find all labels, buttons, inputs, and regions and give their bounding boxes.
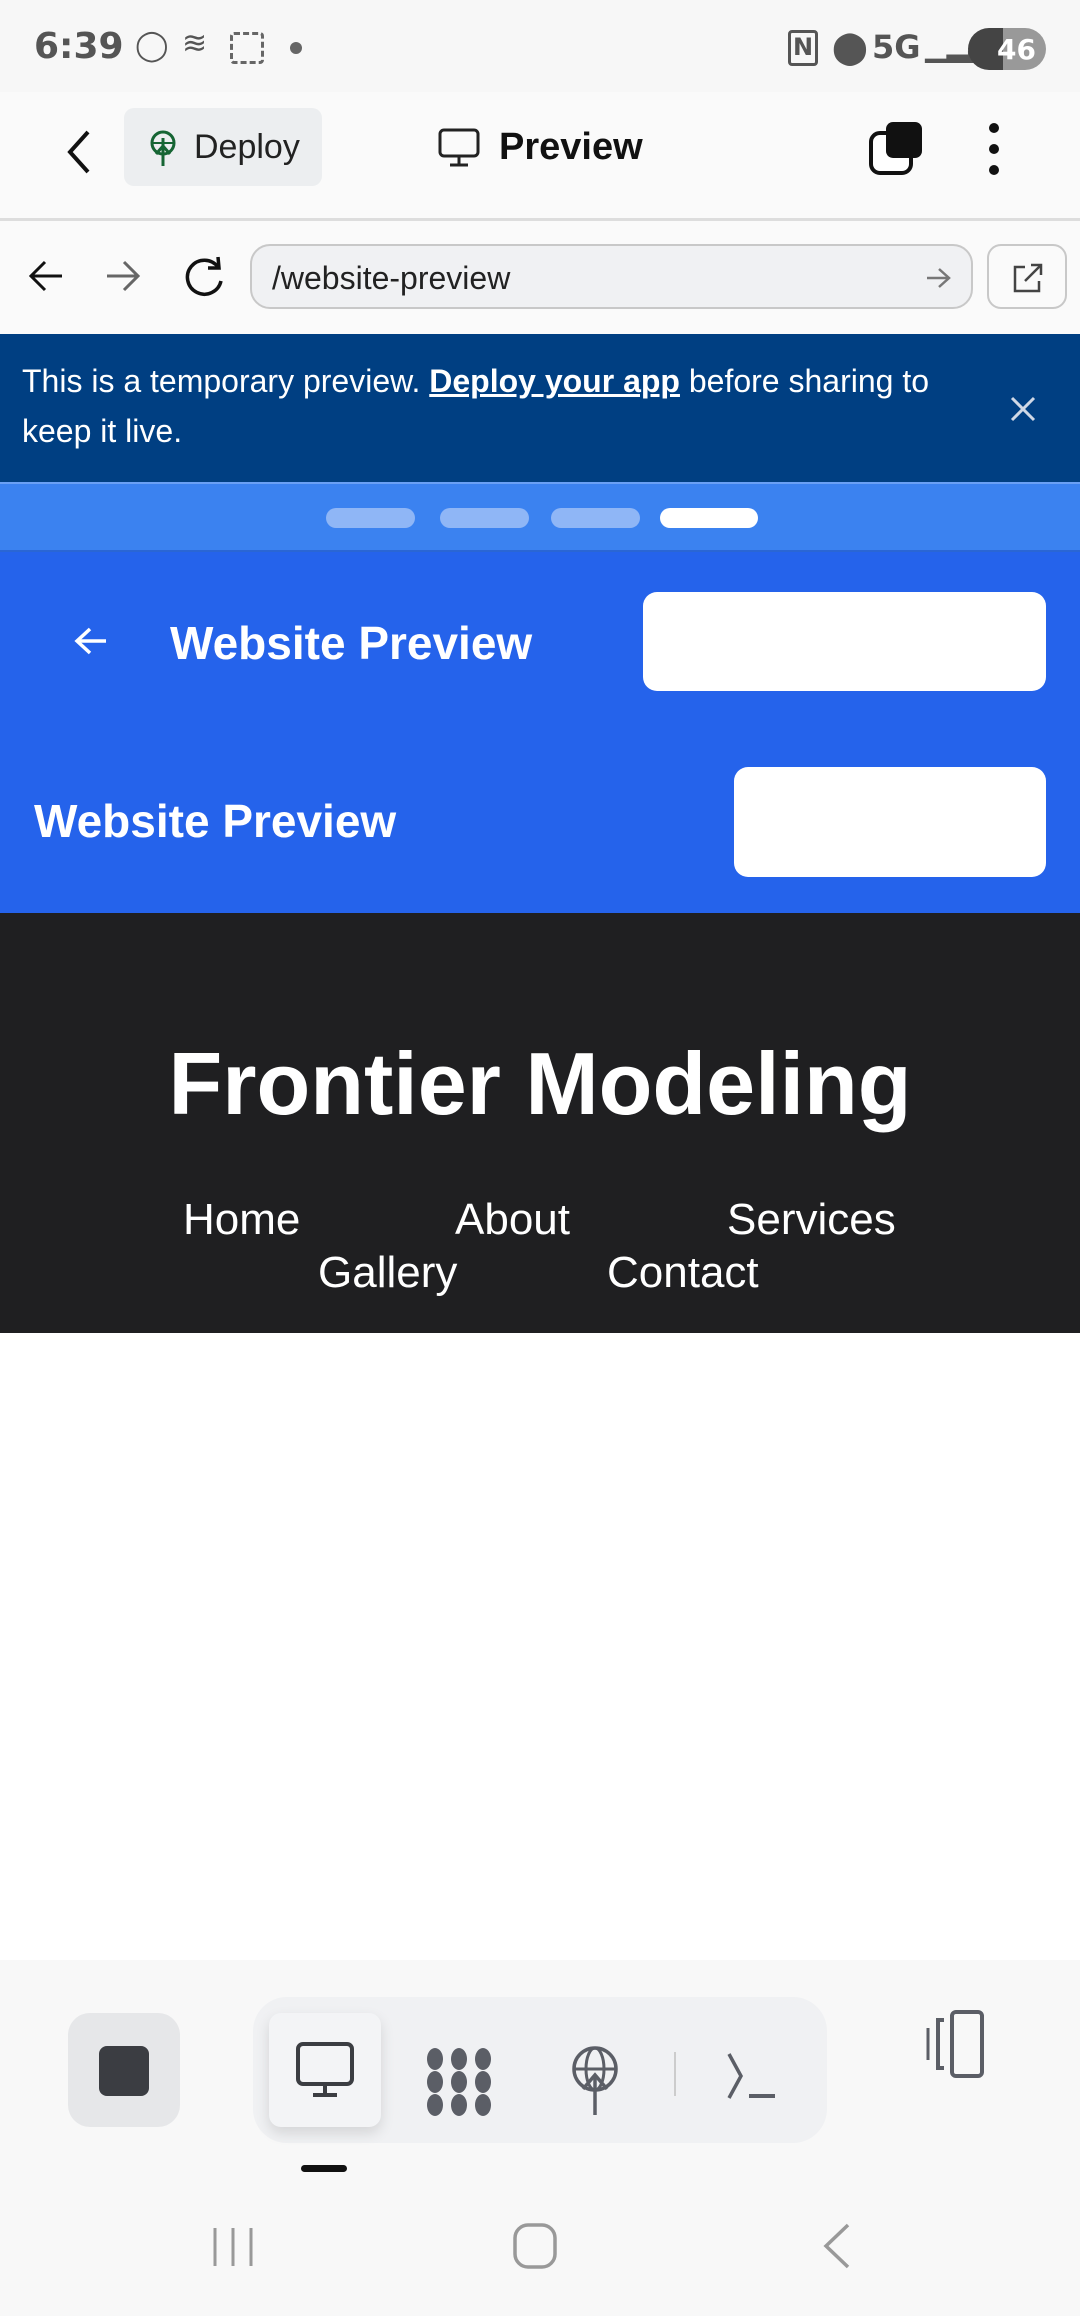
temporary-preview-banner: This is a temporary preview. Deploy your… [0,334,1080,482]
site-subheader-title: Website Preview [34,795,397,847]
browser-forward-icon[interactable] [105,259,141,293]
close-icon[interactable] [1010,396,1036,422]
subheader-button[interactable] [734,767,1046,877]
banner-text: This is a temporary preview. [22,363,430,399]
notification-dot-icon [290,42,302,54]
nav-about[interactable]: About [455,1195,570,1245]
whatsapp-icon: ◯ [135,28,169,63]
monitor-icon [296,2042,354,2097]
carousel-dot[interactable] [440,508,529,528]
browser-toolbar: /website-preview [0,221,1080,334]
deploy-button[interactable]: Deploy [124,108,322,186]
app-header: Deploy Preview [0,92,1080,220]
carousel-dot[interactable] [326,508,415,528]
hero-title: Frontier Modeling [168,1034,912,1133]
deploy-icon [150,130,176,166]
open-external-button[interactable] [987,244,1067,309]
terminal-icon[interactable] [725,2051,779,2101]
url-value: /website-preview [272,260,511,296]
deploy-app-link[interactable]: Deploy your app [429,363,680,399]
go-arrow-icon[interactable] [925,266,951,290]
location-icon: ⬤ [832,28,868,66]
hero-section: Frontier Modeling Home About Services Ga… [0,913,1080,1333]
deploy-label: Deploy [194,128,300,166]
nav-home[interactable]: Home [183,1195,300,1245]
monitor-icon [438,128,480,167]
carousel-dot[interactable] [551,508,640,528]
status-time: 6:39 [34,26,124,67]
site-header-title: Website Preview [170,617,533,669]
page-body [0,1333,1080,1960]
home-icon[interactable] [512,2222,558,2270]
browser-back-icon[interactable] [28,259,64,293]
recent-apps-icon[interactable] [210,2224,256,2270]
carousel-indicator [0,482,1080,552]
screenshot-icon [230,32,264,64]
view-switcher [253,1997,827,2143]
stop-button[interactable] [68,2013,180,2127]
header-button[interactable] [643,592,1046,691]
network-icon[interactable] [425,2047,495,2117]
reload-icon[interactable] [182,255,226,299]
nav-contact[interactable]: Contact [607,1248,759,1298]
deploy-icon[interactable] [568,2045,622,2115]
stop-icon [99,2046,149,2096]
nav-services[interactable]: Services [727,1195,896,1245]
toolbar-divider [674,2052,676,2096]
battery-indicator: 46 [968,28,1046,70]
status-bar: 6:39 ◯ ≋ N ⬤ 5G ▁▂▃ 46 [0,0,1080,92]
site-header: Website Preview Website Preview [0,552,1080,913]
tabs-icon[interactable] [868,120,926,176]
active-tab-indicator [301,2165,347,2172]
device-frame-icon[interactable] [924,2008,990,2080]
page-title: Preview [499,126,643,168]
system-back-icon[interactable] [820,2222,854,2270]
url-input[interactable]: /website-preview [250,244,973,309]
site-back-icon[interactable] [74,626,108,656]
back-icon[interactable] [62,128,94,176]
bottom-toolbar [0,1960,1080,2316]
nav-gallery[interactable]: Gallery [318,1248,457,1298]
preview-tab[interactable] [269,2013,381,2127]
network-type: 5G [872,28,921,66]
more-options-icon[interactable] [986,122,1002,176]
external-link-icon [1013,263,1043,293]
carousel-dot-active[interactable] [660,508,758,528]
nfc-icon: N [788,30,818,66]
wifi-icon: ≋ [182,26,208,61]
